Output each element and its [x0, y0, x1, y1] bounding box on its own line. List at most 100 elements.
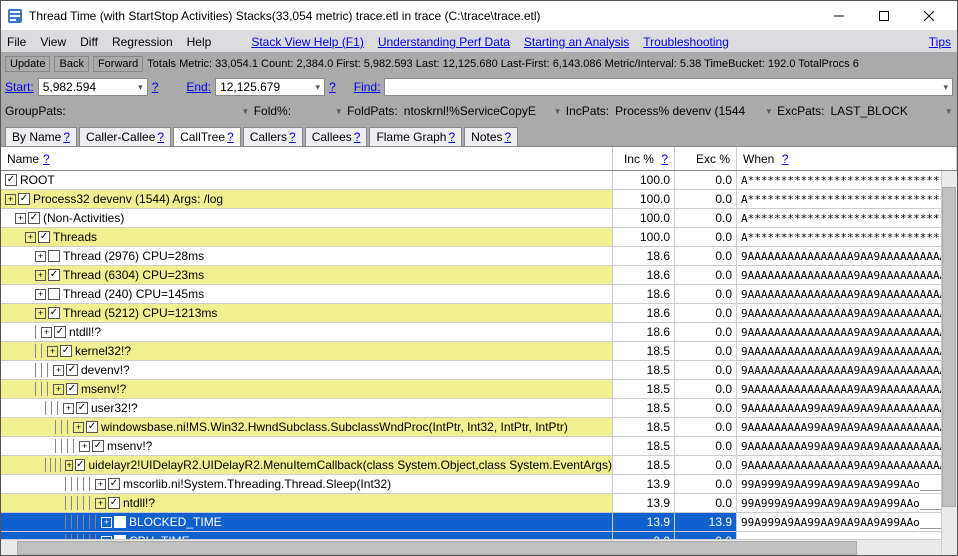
foldpct-label[interactable]: Fold%:: [254, 104, 291, 118]
col-inc[interactable]: Inc % ?: [613, 147, 675, 170]
foldpats-label[interactable]: FoldPats:: [347, 104, 398, 118]
excpats-label[interactable]: ExcPats:: [777, 104, 824, 118]
tree-row[interactable]: +✓Thread (5212) CPU=1213ms18.60.09AAAAAA…: [1, 304, 957, 323]
row-checkbox[interactable]: ✓: [108, 478, 120, 490]
tab-calltree[interactable]: CallTree ?: [173, 127, 241, 146]
minimize-button[interactable]: [816, 2, 861, 30]
link-troubleshooting[interactable]: Troubleshooting: [643, 35, 729, 49]
foldpats-combo[interactable]: ntoskrnl!%ServiceCopyE▾: [402, 104, 562, 118]
start-help[interactable]: ?: [152, 80, 159, 94]
close-button[interactable]: [906, 2, 951, 30]
tree-row[interactable]: +✓mscorlib.ni!System.Threading.Thread.Sl…: [1, 475, 957, 494]
tab-callers[interactable]: Callers ?: [243, 127, 303, 146]
end-help[interactable]: ?: [329, 80, 336, 94]
row-checkbox[interactable]: [48, 250, 60, 262]
row-checkbox[interactable]: ✓: [92, 440, 104, 452]
row-checkbox[interactable]: ✓: [48, 269, 60, 281]
end-label[interactable]: End:: [186, 80, 211, 94]
expand-toggle[interactable]: +: [65, 460, 73, 471]
tree-row[interactable]: +✓msenv!?18.50.09AAAAAAAAA99AA9AA9AA9AAA…: [1, 437, 957, 456]
foldpct-combo[interactable]: ▾: [295, 106, 343, 117]
row-checkbox[interactable]: ✓: [5, 174, 17, 186]
row-checkbox[interactable]: ✓: [38, 231, 50, 243]
menu-help[interactable]: Help: [187, 35, 212, 49]
expand-toggle[interactable]: +: [53, 365, 64, 376]
maximize-button[interactable]: [861, 2, 906, 30]
menu-view[interactable]: View: [40, 35, 66, 49]
tree-row[interactable]: +✓Thread (6304) CPU=23ms18.60.09AAAAAAAA…: [1, 266, 957, 285]
row-checkbox[interactable]: ✓: [75, 459, 85, 471]
expand-toggle[interactable]: +: [25, 232, 36, 243]
tree-row[interactable]: +✓devenv!?18.50.09AAAAAAAAAAAAAAAA9AA9AA…: [1, 361, 957, 380]
tab-callees[interactable]: Callees ?: [305, 127, 368, 146]
link-starting-analysis[interactable]: Starting an Analysis: [524, 35, 629, 49]
col-name[interactable]: Name?: [1, 147, 613, 170]
expand-toggle[interactable]: +: [35, 289, 46, 300]
tree-row[interactable]: +✓Process32 devenv (1544) Args: /log100.…: [1, 190, 957, 209]
row-checkbox[interactable]: [48, 288, 60, 300]
find-combo[interactable]: ▾: [384, 78, 953, 96]
tab-notes[interactable]: Notes ?: [464, 127, 518, 146]
back-button[interactable]: Back: [54, 56, 88, 72]
tree-row[interactable]: +✓BLOCKED_TIME13.913.999A999A9AA99AA9AA9…: [1, 513, 957, 532]
row-checkbox[interactable]: ✓: [18, 193, 30, 205]
tree-row[interactable]: +✓windowsbase.ni!MS.Win32.HwndSubclass.S…: [1, 418, 957, 437]
forward-button[interactable]: Forward: [93, 56, 143, 72]
menu-regression[interactable]: Regression: [112, 35, 173, 49]
expand-toggle[interactable]: +: [73, 422, 84, 433]
tree-row[interactable]: +✓Threads100.00.0A**********************…: [1, 228, 957, 247]
vertical-scrollbar[interactable]: [941, 171, 957, 555]
expand-toggle[interactable]: +: [95, 479, 106, 490]
row-checkbox[interactable]: ✓: [28, 212, 40, 224]
horizontal-scrollbar[interactable]: [1, 539, 941, 555]
link-understanding-perf[interactable]: Understanding Perf Data: [378, 35, 510, 49]
tab-caller-callee[interactable]: Caller-Callee ?: [79, 127, 171, 146]
row-checkbox[interactable]: ✓: [108, 497, 120, 509]
tree-row[interactable]: +✓(Non-Activities)100.00.0A*************…: [1, 209, 957, 228]
incpats-combo[interactable]: Process% devenv (1544▾: [613, 104, 773, 118]
grouppats-label[interactable]: GroupPats:: [5, 104, 66, 118]
col-when[interactable]: When ?: [737, 147, 957, 170]
excpats-combo[interactable]: LAST_BLOCK▾: [828, 104, 953, 118]
tree-row[interactable]: +✓ntdll!?18.60.09AAAAAAAAAAAAAAAA9AA9AAA…: [1, 323, 957, 342]
link-stack-view-help[interactable]: Stack View Help (F1): [251, 35, 363, 49]
row-checkbox[interactable]: ✓: [86, 421, 98, 433]
tree-row[interactable]: +✓uidelayr2!UIDelayR2.UIDelayR2.MenuItem…: [1, 456, 957, 475]
row-checkbox[interactable]: ✓: [66, 383, 78, 395]
row-checkbox[interactable]: ✓: [48, 307, 60, 319]
find-label[interactable]: Find:: [354, 80, 381, 94]
expand-toggle[interactable]: +: [53, 384, 64, 395]
tab-flame-graph[interactable]: Flame Graph ?: [369, 127, 462, 146]
expand-toggle[interactable]: +: [47, 346, 58, 357]
tree-row[interactable]: +Thread (2976) CPU=28ms18.60.09AAAAAAAAA…: [1, 247, 957, 266]
tree-row[interactable]: +✓ntdll!?13.90.099A999A9AA99AA9AA9AA9A99…: [1, 494, 957, 513]
row-checkbox[interactable]: ✓: [76, 402, 88, 414]
incpats-label[interactable]: IncPats:: [566, 104, 609, 118]
tab-by-name[interactable]: By Name ?: [5, 127, 77, 146]
expand-toggle[interactable]: +: [101, 517, 112, 528]
link-tips[interactable]: Tips: [929, 35, 951, 49]
start-combo[interactable]: 5,982.594▾: [38, 78, 148, 96]
expand-toggle[interactable]: +: [41, 327, 52, 338]
expand-toggle[interactable]: +: [5, 194, 16, 205]
row-checkbox[interactable]: ✓: [114, 516, 126, 528]
tree-row[interactable]: +✓user32!?18.50.09AAAAAAAAA99AA9AA9AA9AA…: [1, 399, 957, 418]
expand-toggle[interactable]: +: [35, 251, 46, 262]
update-button[interactable]: Update: [5, 56, 50, 72]
expand-toggle[interactable]: +: [35, 270, 46, 281]
col-exc[interactable]: Exc %: [675, 147, 737, 170]
expand-toggle[interactable]: +: [35, 308, 46, 319]
end-combo[interactable]: 12,125.679▾: [215, 78, 325, 96]
grouppats-combo[interactable]: ▾: [70, 106, 250, 117]
row-checkbox[interactable]: ✓: [54, 326, 66, 338]
menu-diff[interactable]: Diff: [80, 35, 98, 49]
tree-row[interactable]: ✓ROOT100.00.0A**************************…: [1, 171, 957, 190]
expand-toggle[interactable]: +: [95, 498, 106, 509]
expand-toggle[interactable]: +: [79, 441, 90, 452]
menu-file[interactable]: File: [7, 35, 26, 49]
tree-row[interactable]: +✓msenv!?18.50.09AAAAAAAAAAAAAAAA9AA9AAA…: [1, 380, 957, 399]
expand-toggle[interactable]: +: [63, 403, 74, 414]
row-checkbox[interactable]: ✓: [66, 364, 78, 376]
expand-toggle[interactable]: +: [15, 213, 26, 224]
start-label[interactable]: Start:: [5, 80, 34, 94]
